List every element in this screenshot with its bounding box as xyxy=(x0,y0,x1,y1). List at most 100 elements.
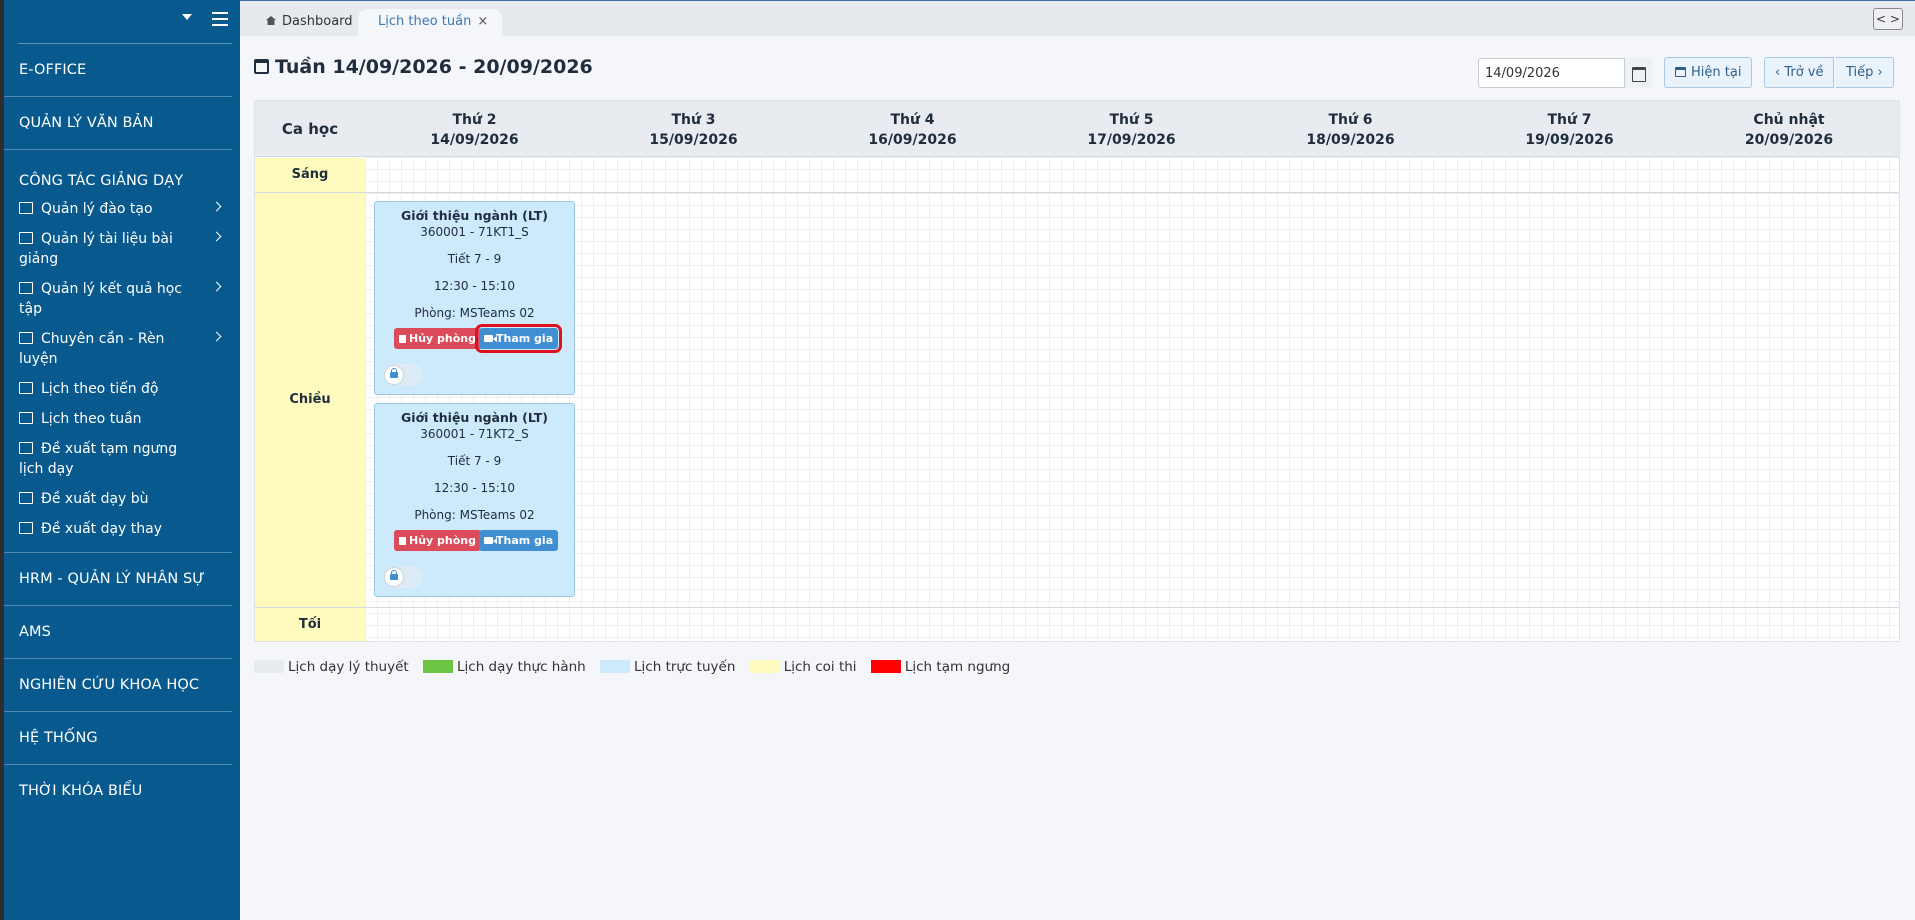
event-title: Giới thiệu ngành (LT) xyxy=(401,208,548,223)
legend-item: Lịch dạy lý thuyết xyxy=(254,659,409,675)
event-card[interactable]: Giới thiệu ngành (LT) 360001 - 71KT1_S T… xyxy=(374,201,575,395)
session-toi: Tối xyxy=(255,608,365,641)
session-chieu: Chiều xyxy=(255,193,365,607)
chevron-down-icon[interactable] xyxy=(182,14,192,20)
sidebar-submenu-giang-day: Quản lý đào tạo Quản lý tài liệu bài giả… xyxy=(4,194,232,553)
legend-item: Lịch tạm ngưng xyxy=(870,659,1011,675)
sidebar-section-giang-day[interactable]: CÔNG TÁC GIẢNG DẠY xyxy=(4,150,232,194)
day-date: 20/09/2026 xyxy=(1744,132,1834,148)
calendar-plus-icon xyxy=(19,492,33,504)
day-name: Thứ 3 xyxy=(671,112,716,128)
legend-swatch xyxy=(423,660,453,673)
join-button[interactable]: Tham gia xyxy=(474,324,563,353)
legend-label: Lịch trực tuyến xyxy=(634,659,736,675)
event-periods: Tiết 7 - 9 xyxy=(447,454,502,468)
sidebar-item-day-thay[interactable]: Đề xuất dạy thay xyxy=(19,514,224,544)
book-icon xyxy=(19,232,33,244)
event-periods: Tiết 7 - 9 xyxy=(447,252,502,266)
sidebar-top xyxy=(18,0,232,44)
calendar-grid-icon xyxy=(19,282,33,294)
event-time: 12:30 - 15:10 xyxy=(433,481,516,495)
chevron-right-icon xyxy=(211,281,222,292)
sidebar-item-label: Lịch theo tiến độ xyxy=(41,381,159,397)
sidebar-item-lich-theo-tuan[interactable]: Lịch theo tuần xyxy=(19,404,224,434)
video-camera-icon xyxy=(484,335,497,342)
sidebar-section-tkb[interactable]: THỜI KHÓA BIỂU xyxy=(4,765,232,818)
sidebar-item-ket-qua-hoc-tap[interactable]: Quản lý kết quả học tập xyxy=(19,274,224,324)
header-day: Thứ 4 16/09/2026 xyxy=(803,101,1022,157)
sidebar-item-chuyen-can[interactable]: Chuyên cần - Rèn luyện xyxy=(19,324,224,374)
tab-dashboard-label: Dashboard xyxy=(282,14,353,29)
sidebar-item-lich-theo-tien-do[interactable]: Lịch theo tiến độ xyxy=(19,374,224,404)
day-name: Thứ 7 xyxy=(1547,112,1592,128)
video-camera-icon xyxy=(484,537,497,544)
day-date: 19/09/2026 xyxy=(1525,132,1614,148)
row-divider xyxy=(255,192,1899,193)
sidebar-section-he-thong[interactable]: HỆ THỐNG xyxy=(4,712,232,765)
sidebar-item-tai-lieu-bai-giang[interactable]: Quản lý tài liệu bài giảng xyxy=(19,224,224,274)
chevron-right-icon xyxy=(211,331,222,342)
chevron-right-icon xyxy=(211,231,222,242)
sidebar-item-label: Đề xuất dạy thay xyxy=(41,521,163,537)
event-actions: Hủy phòng Tham gia xyxy=(375,530,574,552)
calendar-check-icon xyxy=(19,382,33,394)
sidebar-item-label: Đề xuất dạy bù xyxy=(41,491,149,507)
week-calendar: Ca học Thứ 2 14/09/2026 Thứ 3 15/09/2026 T… xyxy=(254,100,1900,642)
legend-swatch xyxy=(600,660,631,673)
day-name: Thứ 5 xyxy=(1109,112,1154,128)
sidebar-item-label: Lịch theo tuần xyxy=(41,411,142,427)
event-room: Phòng: MSTeams 02 xyxy=(414,508,535,522)
legend-item: Lịch coi thi xyxy=(749,659,857,675)
lock-toggle[interactable] xyxy=(383,566,423,588)
lock-icon xyxy=(390,570,398,580)
tab-lich-theo-tuan[interactable]: Lịch theo tuần × xyxy=(358,9,503,37)
toggle-knob xyxy=(385,366,403,384)
tab-bar: Dashboard Lịch theo tuần × < > xyxy=(240,0,1915,37)
close-icon[interactable]: × xyxy=(477,14,488,29)
prev-week-button[interactable]: ‹ Trở về xyxy=(1764,57,1835,88)
chevron-right-icon xyxy=(211,201,222,212)
header-day: Thứ 7 19/09/2026 xyxy=(1460,101,1679,157)
day-date: 16/09/2026 xyxy=(868,132,957,148)
today-label: Hiện tại xyxy=(1691,65,1742,80)
day-date: 17/09/2026 xyxy=(1087,132,1176,148)
calendar-picker-icon[interactable] xyxy=(1624,58,1652,88)
sidebar-item-label: Quản lý đào tạo xyxy=(41,201,153,217)
event-actions: Hủy phòng Tham gia xyxy=(375,324,574,353)
next-week-button[interactable]: Tiếp › xyxy=(1836,57,1894,88)
sidebar-section-eoffice[interactable]: E-OFFICE xyxy=(4,44,232,97)
home-icon xyxy=(266,16,276,25)
book-icon xyxy=(19,332,33,344)
sidebar-item-label: Quản lý tài liệu bài giảng xyxy=(19,231,173,267)
cancel-room-button[interactable]: Hủy phòng xyxy=(394,530,482,551)
cancel-room-label: Hủy phòng xyxy=(409,534,477,547)
cancel-room-button[interactable]: Hủy phòng xyxy=(394,328,482,349)
legend: Lịch dạy lý thuyết Lịch dạy thực hành Lị… xyxy=(254,659,1020,677)
hamburger-menu-icon[interactable] xyxy=(212,12,228,26)
sidebar-section-ams[interactable]: AMS xyxy=(4,606,232,659)
sidebar-section-nckh[interactable]: NGHIÊN CỨU KHOA HỌC xyxy=(4,659,232,712)
sidebar-item-label: Chuyên cần - Rèn luyện xyxy=(19,331,165,367)
sidebar-item-quan-ly-dao-tao[interactable]: Quản lý đào tạo xyxy=(19,194,224,224)
legend-label: Lịch tạm ngưng xyxy=(904,659,1011,675)
header-day: Thứ 6 18/09/2026 xyxy=(1241,101,1460,157)
sidebar-section-hrm[interactable]: HRM - QUẢN LÝ NHÂN SỰ xyxy=(4,553,232,606)
tab-dashboard[interactable]: Dashboard xyxy=(254,9,365,37)
sidebar-section-van-ban[interactable]: QUẢN LÝ VĂN BẢN xyxy=(4,97,232,150)
monitor-icon xyxy=(19,202,33,214)
tab-scroll-arrows-icon[interactable]: < > xyxy=(1873,8,1903,30)
week-title-text: Tuần 14/09/2026 - 20/09/2026 xyxy=(275,56,593,78)
join-label: Tham gia xyxy=(496,534,554,547)
sidebar-item-tam-ngung[interactable]: Đề xuất tạm ngưng lịch dạy xyxy=(19,434,224,484)
calendar-plus-icon xyxy=(19,522,33,534)
today-button[interactable]: Hiện tại xyxy=(1664,57,1753,88)
sidebar-item-day-bu[interactable]: Đề xuất dạy bù xyxy=(19,484,224,514)
tab-active-label: Lịch theo tuần xyxy=(378,14,472,29)
day-name: Thứ 4 xyxy=(890,112,935,128)
day-date: 18/09/2026 xyxy=(1306,132,1395,148)
event-code: 360001 - 71KT1_S xyxy=(420,225,529,239)
join-button[interactable]: Tham gia xyxy=(479,530,559,551)
lock-toggle[interactable] xyxy=(383,364,423,386)
header-day: Thứ 3 15/09/2026 xyxy=(584,101,803,157)
event-card[interactable]: Giới thiệu ngành (LT) 360001 - 71KT2_S T… xyxy=(374,403,575,597)
